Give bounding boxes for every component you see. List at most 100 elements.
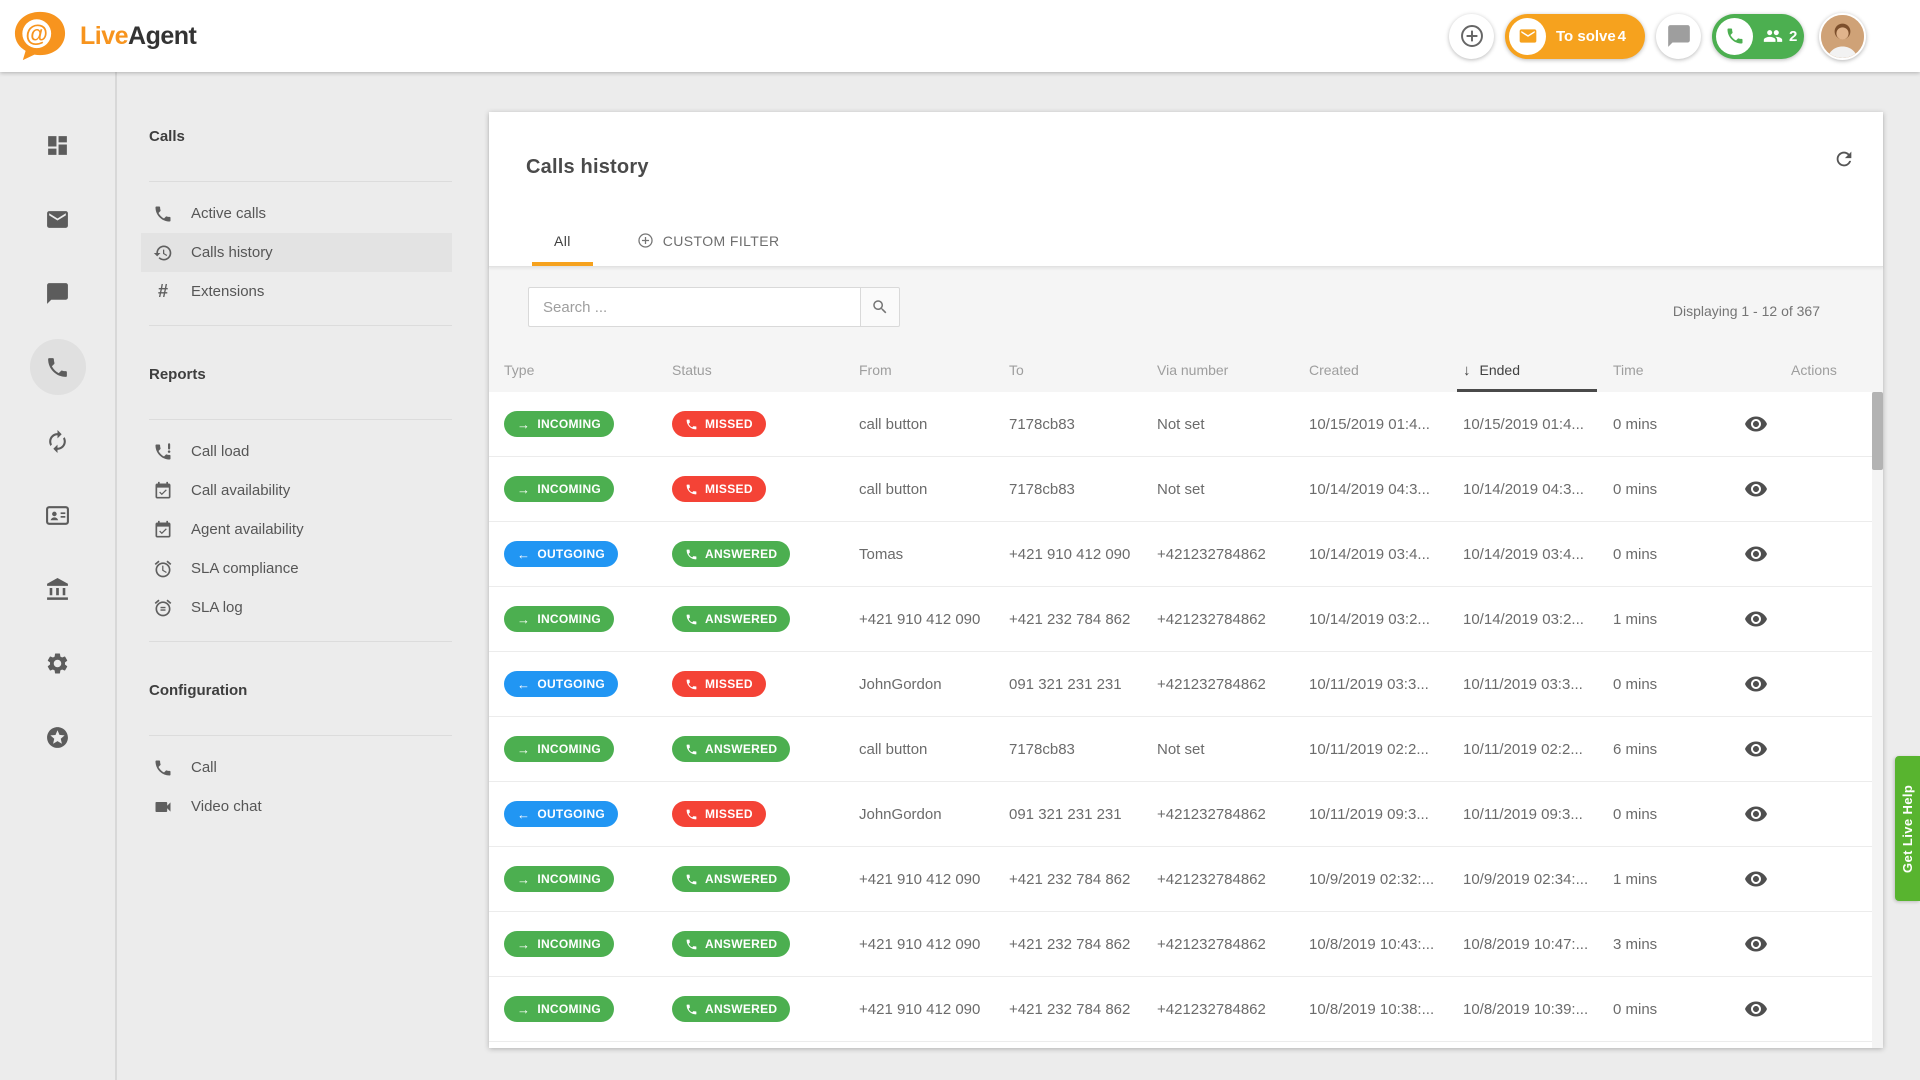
status-badge-answered: ANSWERED (672, 736, 790, 762)
cell-status: MISSED (672, 411, 859, 437)
rail-item-sync[interactable] (30, 413, 86, 469)
view-call-button[interactable] (1743, 541, 1769, 567)
tab-all[interactable]: All (532, 232, 593, 266)
rail-item-departments[interactable] (30, 561, 86, 617)
type-badge-incoming: →INCOMING (504, 931, 614, 957)
cell-created: 10/8/2019 10:38:... (1309, 1001, 1463, 1018)
search-button[interactable] (860, 287, 900, 327)
rail-item-email[interactable] (30, 191, 86, 247)
cell-ended: 10/8/2019 10:47:... (1463, 936, 1613, 953)
chats-button[interactable] (1656, 14, 1701, 59)
type-badge-incoming: →INCOMING (504, 736, 614, 762)
cell-from: +421 910 412 090 (859, 1001, 1009, 1018)
cell-via-number: +421232784862 (1157, 611, 1309, 628)
view-call-button[interactable] (1743, 866, 1769, 892)
view-call-button[interactable] (1743, 931, 1769, 957)
scrollbar-thumb[interactable] (1872, 392, 1883, 470)
column-header-type[interactable]: Type (504, 348, 672, 392)
cell-created: 10/8/2019 10:43:... (1309, 936, 1463, 953)
sidebar-item-video-chat[interactable]: Video chat (141, 787, 452, 826)
sidebar-item-agent-availability[interactable]: Agent availability (141, 510, 452, 549)
sidebar-item-call-availability[interactable]: Call availability (141, 471, 452, 510)
view-call-button[interactable] (1743, 801, 1769, 827)
cell-via-number: +421232784862 (1157, 936, 1309, 953)
to-solve-button[interactable]: To solve 4 (1505, 14, 1645, 59)
column-header-created[interactable]: Created (1309, 348, 1463, 392)
divider (149, 735, 452, 736)
status-badge-answered: ANSWERED (672, 931, 790, 957)
status-badge-answered: ANSWERED (672, 866, 790, 892)
table-row[interactable]: →INCOMINGANSWERED+421 910 412 090+421 23… (489, 847, 1872, 912)
calls-online-button[interactable]: 2 (1712, 14, 1804, 59)
column-header-ended[interactable]: ↓Ended (1463, 348, 1613, 392)
sidebar-item-active-calls[interactable]: Active calls (141, 194, 452, 233)
pagination-status: Displaying 1 - 12 of 367 (1673, 303, 1820, 319)
column-header-to[interactable]: To (1009, 348, 1157, 392)
divider (149, 181, 452, 182)
envelope-icon (1518, 26, 1538, 46)
table-row[interactable]: →INCOMINGANSWEREDcall button7178cb83Not … (489, 717, 1872, 782)
view-call-button[interactable] (1743, 996, 1769, 1022)
sidebar-item-label: Call (191, 759, 217, 776)
phone-icon (685, 808, 698, 821)
badge-label: MISSED (705, 677, 753, 691)
cell-via-number: Not set (1157, 481, 1309, 498)
table-row[interactable]: →INCOMINGANSWERED+421 910 412 090+421 23… (489, 977, 1872, 1042)
column-header-status[interactable]: Status (672, 348, 859, 392)
sidebar-item-call[interactable]: Call (141, 748, 452, 787)
rail-item-chat[interactable] (30, 265, 86, 321)
cell-actions (1763, 411, 1872, 437)
column-header-from[interactable]: From (859, 348, 1009, 392)
sidebar-item-calls-history[interactable]: Calls history (141, 233, 452, 272)
table-row[interactable]: →INCOMINGANSWERED+421 910 412 090+421 23… (489, 587, 1872, 652)
view-call-button[interactable] (1743, 671, 1769, 697)
badge-label: INCOMING (537, 612, 601, 626)
view-call-button[interactable] (1743, 736, 1769, 762)
cell-actions (1763, 931, 1872, 957)
sidebar-item-call-load[interactable]: Call load (141, 432, 452, 471)
table-row[interactable]: →INCOMINGANSWERED+421 910 412 090+421 23… (489, 912, 1872, 977)
type-badge-outgoing: ←OUTGOING (504, 671, 618, 697)
cell-time: 6 mins (1613, 741, 1763, 758)
cell-created: 10/14/2019 03:2... (1309, 611, 1463, 628)
table-row[interactable]: ←OUTGOINGANSWEREDTomas+421 910 412 090+4… (489, 522, 1872, 587)
get-live-help-button[interactable]: Get Live Help (1895, 756, 1920, 901)
search-box (528, 287, 900, 327)
column-header-actions[interactable]: Actions (1763, 348, 1872, 392)
rail-item-contacts[interactable] (30, 487, 86, 543)
sidebar-item-label: Agent availability (191, 521, 304, 538)
rail-item-settings[interactable] (30, 635, 86, 691)
badge-label: INCOMING (537, 417, 601, 431)
phone-icon (685, 873, 698, 886)
phone-icon (685, 548, 698, 561)
sidebar-item-extensions[interactable]: #Extensions (141, 272, 452, 311)
cell-to: +421 232 784 862 (1009, 1001, 1157, 1018)
table-row[interactable]: ←OUTGOINGMISSEDJohnGordon091 321 231 231… (489, 782, 1872, 847)
column-header-time[interactable]: Time (1613, 348, 1763, 392)
view-call-button[interactable] (1743, 606, 1769, 632)
type-badge-outgoing: ←OUTGOING (504, 541, 618, 567)
badge-label: MISSED (705, 807, 753, 821)
tab-custom-filter[interactable]: CUSTOM FILTER (615, 232, 802, 266)
cell-to: 7178cb83 (1009, 481, 1157, 498)
rail-item-dashboard[interactable] (30, 117, 86, 173)
table-row[interactable]: →INCOMINGMISSEDcall button7178cb83Not se… (489, 392, 1872, 457)
nav-section-title: Configuration (149, 682, 489, 699)
refresh-button[interactable] (1833, 148, 1855, 170)
phone-icon (153, 758, 173, 778)
search-input[interactable] (528, 287, 860, 327)
rail-item-phone[interactable] (30, 339, 86, 395)
table-row[interactable]: ←OUTGOINGMISSEDJohnGordon091 321 231 231… (489, 652, 1872, 717)
column-header-via-number[interactable]: Via number (1157, 348, 1309, 392)
view-call-button[interactable] (1743, 476, 1769, 502)
sidebar-item-sla-log[interactable]: SLA log (141, 588, 452, 627)
user-avatar[interactable] (1819, 13, 1866, 60)
table-row[interactable]: →INCOMINGMISSEDcall button7178cb83Not se… (489, 457, 1872, 522)
column-label: Created (1309, 362, 1359, 378)
cell-via-number: +421232784862 (1157, 806, 1309, 823)
type-badge-incoming: →INCOMING (504, 411, 614, 437)
add-new-button[interactable] (1449, 14, 1494, 59)
sidebar-item-sla-compliance[interactable]: SLA compliance (141, 549, 452, 588)
view-call-button[interactable] (1743, 411, 1769, 437)
rail-item-stars[interactable] (30, 709, 86, 765)
